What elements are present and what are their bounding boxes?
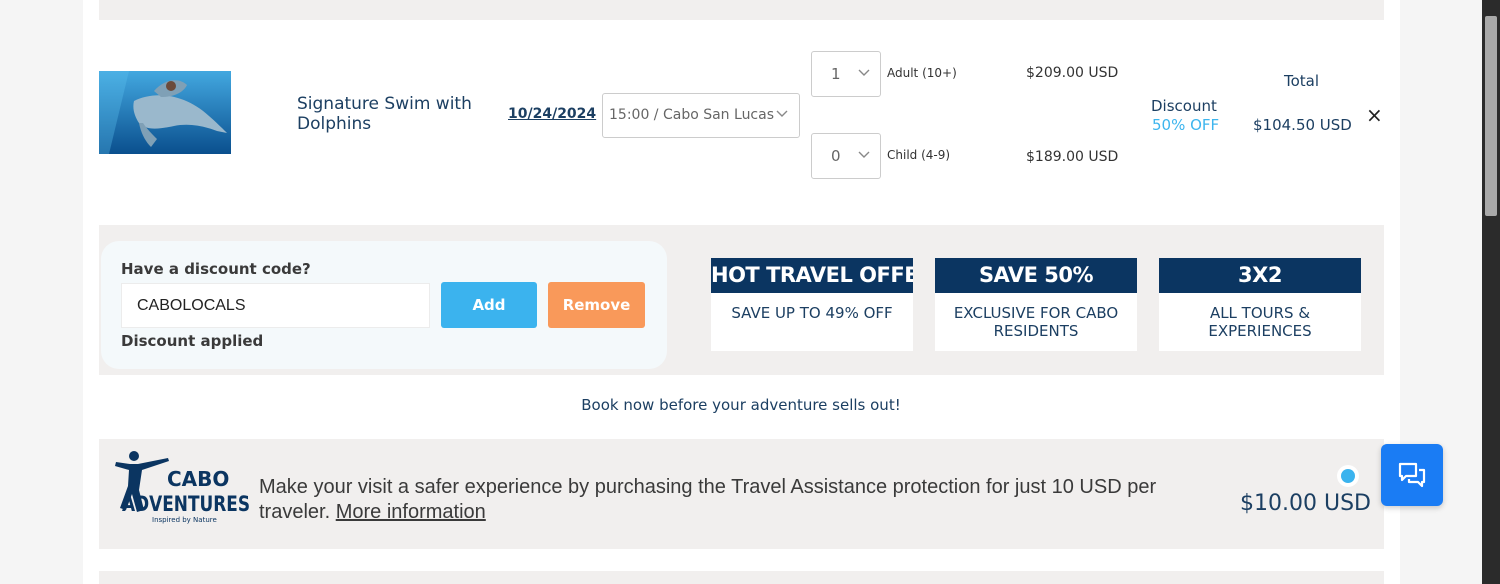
discount-value: 50% OFF [1152,116,1220,134]
time-location-value: 15:00 / Cabo San Lucas [609,107,775,123]
adult-price: $209.00 USD [1026,65,1119,81]
insurance-description: Make your visit a safer experience by pu… [259,475,1189,525]
offer-title: SAVE 50% [935,258,1137,293]
logo-word-cabo: CABO [167,467,229,491]
offer-body: SAVE UP TO 49% OFF [731,304,893,322]
cabo-adventures-logo: CABO ADVENTURES Inspired by Nature [112,448,252,532]
offer-body: EXCLUSIVE FOR CABO RESIDENTS [953,304,1119,340]
discount-title: Discount [1151,97,1217,115]
child-price: $189.00 USD [1026,149,1119,165]
discount-code-label: Have a discount code? [121,260,311,278]
offer-card-3x2[interactable]: 3X2 ALL TOURS & EXPERIENCES [1159,258,1361,351]
remove-item-icon[interactable]: × [1366,103,1383,127]
previous-section-strip [99,0,1384,20]
total-title: Total [1284,72,1320,90]
offer-card-save-50[interactable]: SAVE 50% EXCLUSIVE FOR CABO RESIDENTS [935,258,1137,351]
next-section-strip [99,571,1384,584]
logo-word-adventures: ADVENTURES [122,492,250,516]
time-location-select[interactable]: 15:00 / Cabo San Lucas [602,93,800,138]
remove-discount-button[interactable]: Remove [548,282,645,328]
offer-card-hot-travel[interactable]: HOT TRAVEL OFFER SAVE UP TO 49% OFF [711,258,913,351]
insurance-price: $10.00 USD [1240,491,1371,516]
chat-icon [1398,462,1426,488]
tour-name[interactable]: Signature Swim with Dolphins [297,94,487,134]
scrollbar[interactable] [1482,0,1500,584]
chevron-down-icon [857,147,871,165]
urgency-message: Book now before your adventure sells out… [581,396,901,414]
offer-body: ALL TOURS & EXPERIENCES [1208,304,1312,340]
offer-title: 3X2 [1159,258,1361,293]
page-gutter-left [0,0,83,584]
chat-button[interactable] [1381,444,1443,506]
total-value: $104.50 USD [1253,116,1352,134]
child-qty-value: 0 [831,147,841,165]
adult-qty-value: 1 [831,65,841,83]
more-information-link[interactable]: More information [336,501,486,523]
tour-image [99,71,231,154]
dolphin-photo [99,71,231,154]
chevron-down-icon [775,106,789,124]
radio-selected-dot [1341,469,1355,483]
scrollbar-thumb[interactable] [1485,16,1497,216]
add-discount-button[interactable]: Add [441,282,537,328]
insurance-radio[interactable] [1337,465,1359,487]
adult-qty-select[interactable]: 1 [811,51,881,97]
child-label: Child (4-9) [887,148,951,162]
chevron-down-icon [857,65,871,83]
discount-code-input[interactable] [121,283,430,328]
tour-date-link[interactable]: 10/24/2024 [508,106,596,122]
child-qty-select[interactable]: 0 [811,133,881,179]
adult-label: Adult (10+) [887,66,957,80]
offer-title: HOT TRAVEL OFFER [711,258,913,293]
logo-tagline: Inspired by Nature [152,516,217,524]
discount-status: Discount applied [121,332,264,350]
